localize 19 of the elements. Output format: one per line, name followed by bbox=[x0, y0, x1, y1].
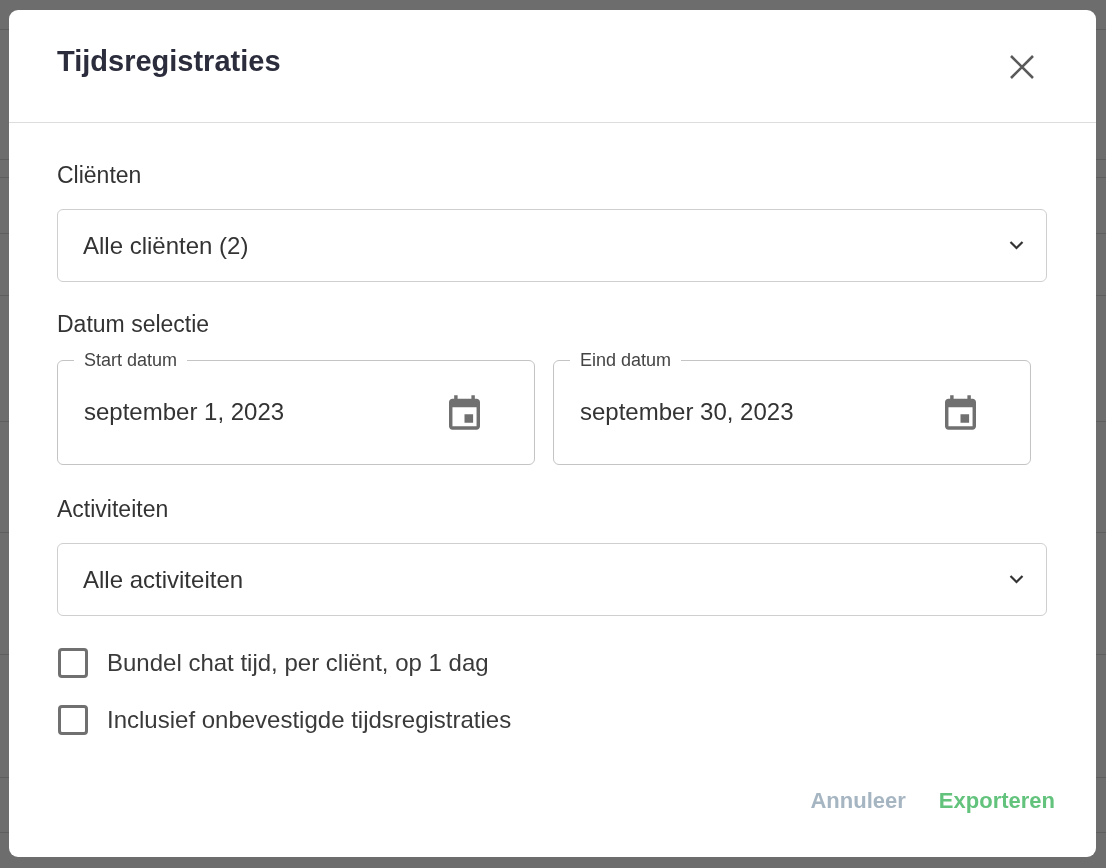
checkbox[interactable] bbox=[58, 705, 88, 735]
date-value: september 30, 2023 bbox=[580, 397, 794, 427]
field-label: Datum selectie bbox=[57, 310, 211, 338]
checkbox[interactable] bbox=[58, 648, 88, 678]
floating-label: Eind datum bbox=[579, 349, 673, 372]
date-value: september 1, 2023 bbox=[84, 397, 285, 427]
floating-label: Start datum bbox=[83, 349, 179, 372]
dropdown-select[interactable]: Alle cliënten (2) bbox=[57, 209, 1047, 282]
dialog-title: Tijdsregistraties bbox=[57, 43, 281, 79]
field-label: Cliënten bbox=[57, 161, 143, 189]
dropdown-select[interactable]: Alle activiteiten bbox=[57, 543, 1047, 616]
calendar-icon[interactable] bbox=[449, 394, 480, 430]
chevron-down-icon bbox=[1009, 241, 1024, 250]
field-label: Activiteiten bbox=[57, 495, 170, 523]
chevron-down-icon bbox=[1009, 575, 1024, 584]
close-icon[interactable] bbox=[1010, 54, 1034, 79]
calendar-icon[interactable] bbox=[945, 394, 976, 430]
checkbox-label: Inclusief onbevestigde tijdsregistraties bbox=[107, 705, 512, 735]
checkbox-label: Bundel chat tijd, per cliënt, op 1 dag bbox=[107, 648, 489, 678]
